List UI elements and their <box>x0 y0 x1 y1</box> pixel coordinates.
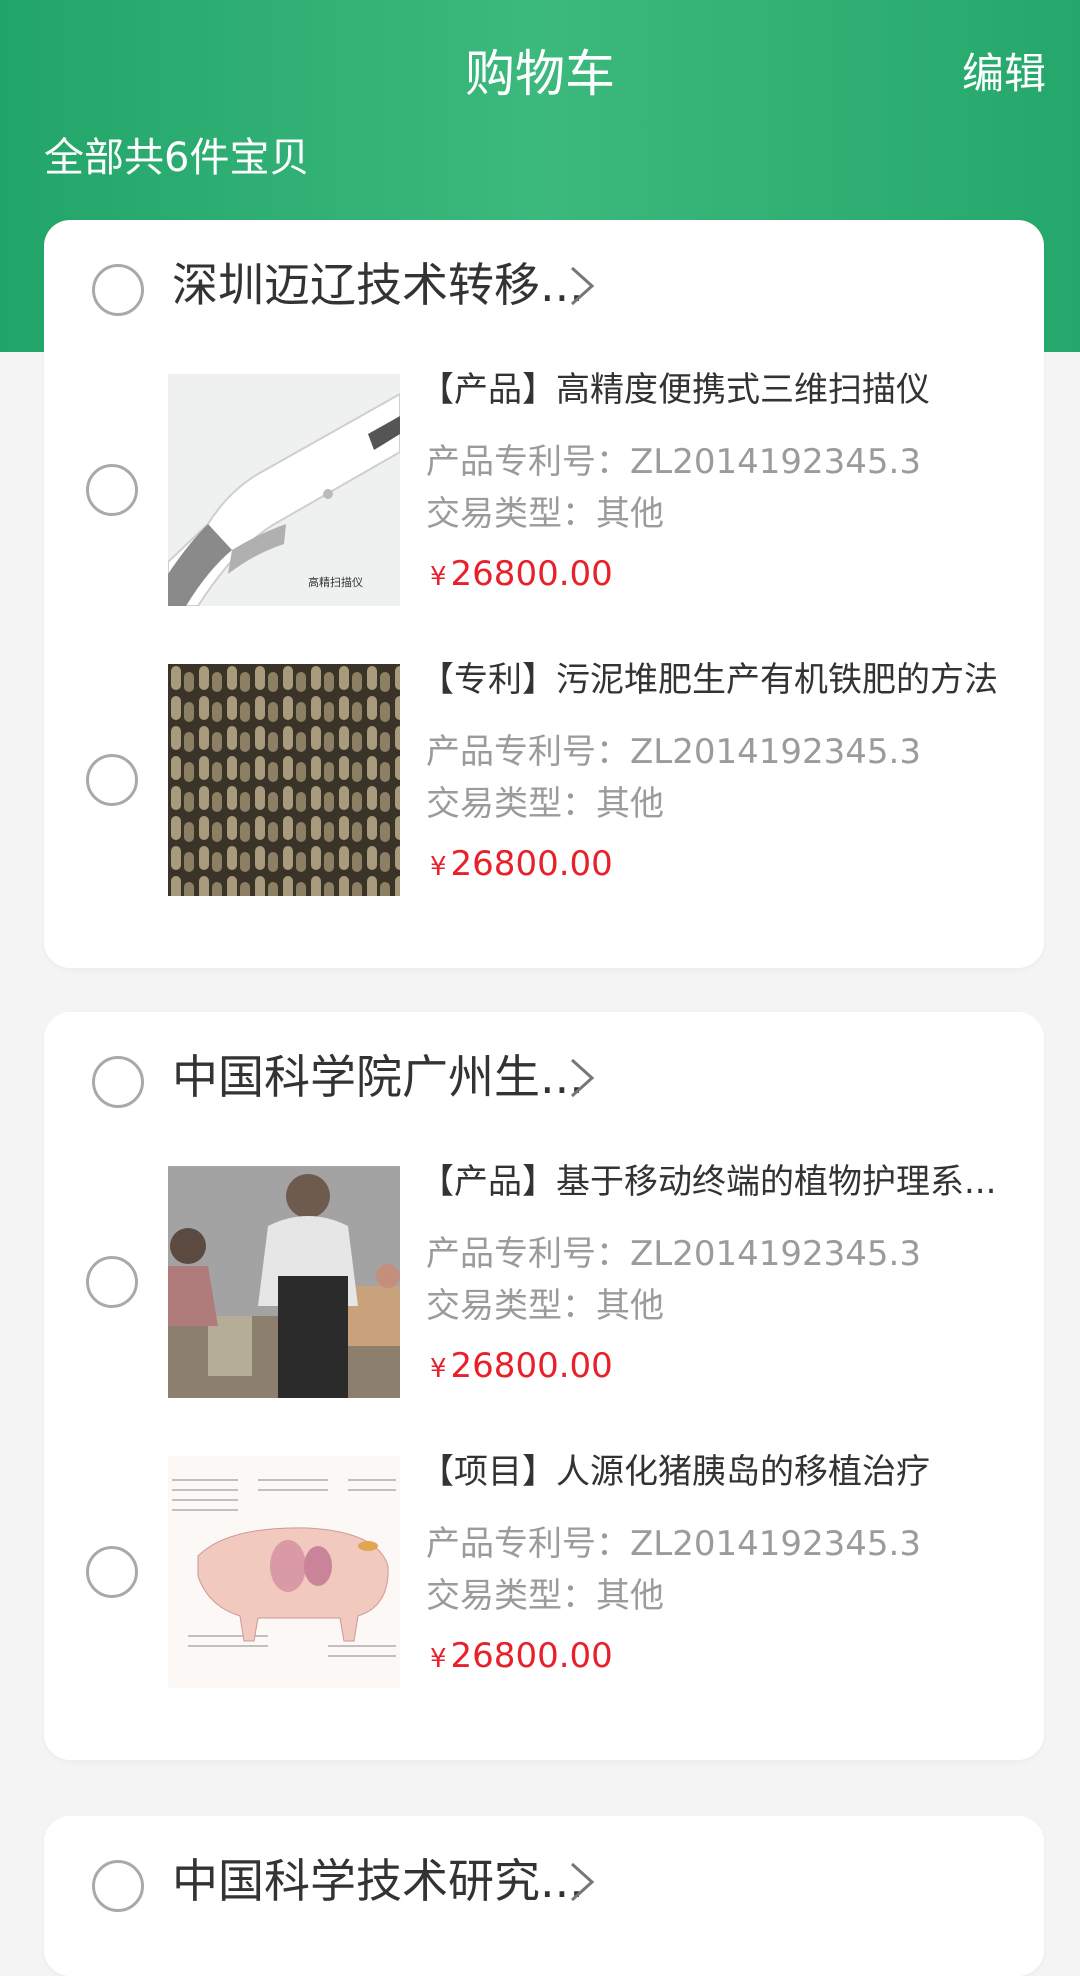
item-title[interactable]: 【专利】污泥堆肥生产有机铁肥的方法 <box>420 658 998 702</box>
pig-diagram-image[interactable] <box>168 1456 400 1688</box>
item-trade-type: 交易类型：其他 <box>426 784 664 824</box>
cart-item: 【项目】人源化猪胰岛的移植治疗 产品专利号：ZL2014192345.3 交易类… <box>44 1452 1044 1696</box>
item-price: ¥26800.00 <box>430 1344 613 1391</box>
chevron-right-icon[interactable] <box>564 1860 600 1904</box>
item-title[interactable]: 【产品】高精度便携式三维扫描仪 <box>420 368 930 412</box>
currency-symbol: ¥ <box>430 1354 447 1384</box>
item-select-radio[interactable] <box>86 1256 138 1308</box>
item-select-radio[interactable] <box>86 1546 138 1598</box>
cart-item: 【专利】污泥堆肥生产有机铁肥的方法 产品专利号：ZL2014192345.3 交… <box>44 660 1044 904</box>
item-price: ¥26800.00 <box>430 552 613 599</box>
item-select-radio[interactable] <box>86 754 138 806</box>
item-patent-number: 产品专利号：ZL2014192345.3 <box>426 732 921 772</box>
cart-count-text: 全部共6件宝贝 <box>44 135 310 181</box>
shop-select-radio[interactable] <box>92 1860 144 1912</box>
shop-name[interactable]: 中国科学技术研究... <box>172 1850 584 1912</box>
item-trade-type: 交易类型：其他 <box>426 494 664 534</box>
thumb-caption: 高精扫描仪 <box>308 575 363 589</box>
fertilizer-pellets-image[interactable] <box>168 664 400 896</box>
shop-select-radio[interactable] <box>92 1056 144 1108</box>
edit-button[interactable]: 编辑 <box>962 46 1046 102</box>
item-patent-number: 产品专利号：ZL2014192345.3 <box>426 1524 921 1564</box>
item-price: ¥26800.00 <box>430 842 613 889</box>
cart-item: 【产品】基于移动终端的植物护理系... 产品专利号：ZL2014192345.3… <box>44 1162 1044 1406</box>
item-price: ¥26800.00 <box>430 1634 613 1681</box>
item-trade-type: 交易类型：其他 <box>426 1286 664 1326</box>
item-title[interactable]: 【产品】基于移动终端的植物护理系... <box>420 1160 996 1204</box>
item-title[interactable]: 【项目】人源化猪胰岛的移植治疗 <box>420 1450 930 1494</box>
chevron-right-icon[interactable] <box>564 264 600 308</box>
shop-select-radio[interactable] <box>92 264 144 316</box>
shop-row: 深圳迈辽技术转移... <box>44 220 1044 360</box>
item-patent-number: 产品专利号：ZL2014192345.3 <box>426 1234 921 1274</box>
shop-name[interactable]: 深圳迈辽技术转移... <box>172 254 584 316</box>
item-patent-number: 产品专利号：ZL2014192345.3 <box>426 442 921 482</box>
shop-card: 深圳迈辽技术转移... 高精扫描仪 【产品】高精度便携式三维扫描仪 产品专利号：… <box>44 220 1044 968</box>
shop-row: 中国科学技术研究... <box>44 1816 1044 1956</box>
cart-item: 高精扫描仪 【产品】高精度便携式三维扫描仪 产品专利号：ZL2014192345… <box>44 370 1044 614</box>
page-title: 购物车 <box>465 45 615 103</box>
shop-card: 中国科学院广州生... 【产品】基于移动终端的植物护理系... 产品专利号：ZL… <box>44 1012 1044 1760</box>
price-value: 26800.00 <box>450 554 613 594</box>
shop-row: 中国科学院广州生... <box>44 1012 1044 1152</box>
shop-card: 中国科学技术研究... <box>44 1816 1044 1976</box>
currency-symbol: ¥ <box>430 852 447 882</box>
chevron-right-icon[interactable] <box>564 1056 600 1100</box>
handheld-3d-scanner-image[interactable]: 高精扫描仪 <box>168 374 400 606</box>
item-trade-type: 交易类型：其他 <box>426 1576 664 1616</box>
price-value: 26800.00 <box>450 1346 613 1386</box>
currency-symbol: ¥ <box>430 562 447 592</box>
price-value: 26800.00 <box>450 1636 613 1676</box>
people-photo-image[interactable] <box>168 1166 400 1398</box>
price-value: 26800.00 <box>450 844 613 884</box>
currency-symbol: ¥ <box>430 1644 447 1674</box>
item-select-radio[interactable] <box>86 464 138 516</box>
shop-name[interactable]: 中国科学院广州生... <box>172 1046 584 1108</box>
